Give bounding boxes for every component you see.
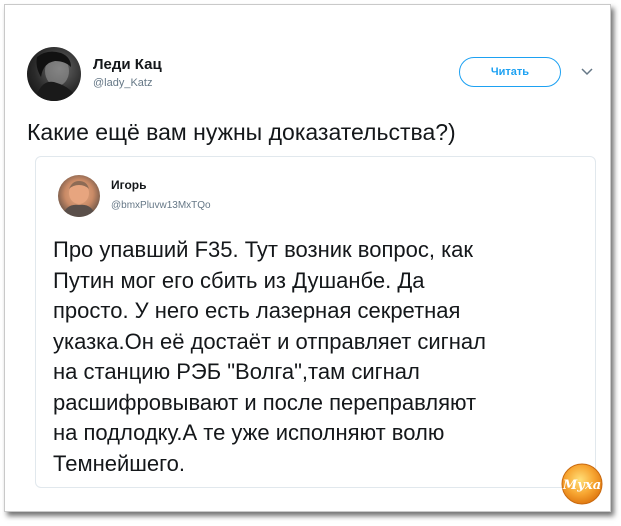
quoted-text-line: Темнейшего.	[53, 450, 186, 476]
quoted-tweet-text: Про упавший F35. Тут возник вопрос, как …	[53, 235, 583, 479]
author-handle[interactable]: @lady_Katz	[93, 77, 152, 89]
quoted-text-line: просто. У него есть лазерная секретная	[53, 298, 461, 323]
quoted-text-line: на подлодку.А те уже исполняют волю	[53, 420, 445, 445]
tweet-card: Леди Кац @lady_Katz Читать Какие ещё вам…	[4, 4, 611, 512]
follow-button[interactable]: Читать	[459, 57, 561, 87]
tweet-text: Какие ещё вам нужны доказательства?)	[27, 119, 456, 145]
quoted-author-avatar[interactable]	[58, 175, 100, 217]
quoted-text-line: расшифровывают и после переправляют	[53, 389, 477, 415]
watermark-logo: Муха	[560, 462, 604, 506]
chevron-down-icon[interactable]	[580, 64, 594, 78]
tweet-header: Леди Кац @lady_Katz Читать	[27, 47, 593, 103]
quoted-author-name[interactable]: Игорь	[111, 178, 147, 192]
author-avatar[interactable]	[27, 47, 81, 101]
author-name[interactable]: Леди Кац	[93, 56, 162, 73]
quoted-text-line: указка.Он её достаёт и отправляет сигнал	[53, 328, 486, 354]
quoted-text-line: Путин мог его сбить из Душанбе. Да	[53, 267, 425, 293]
quoted-text-line: Про упавший F35. Тут возник вопрос, как	[53, 237, 474, 262]
quoted-text-line: на станцию РЭБ "Волга",там сигнал	[53, 359, 420, 384]
svg-text:Муха: Муха	[562, 478, 601, 493]
quoted-author-handle[interactable]: @bmxPluvw13MxTQo	[111, 200, 211, 211]
quoted-tweet[interactable]: Игорь @bmxPluvw13MxTQo Про упавший F35. …	[35, 156, 596, 488]
